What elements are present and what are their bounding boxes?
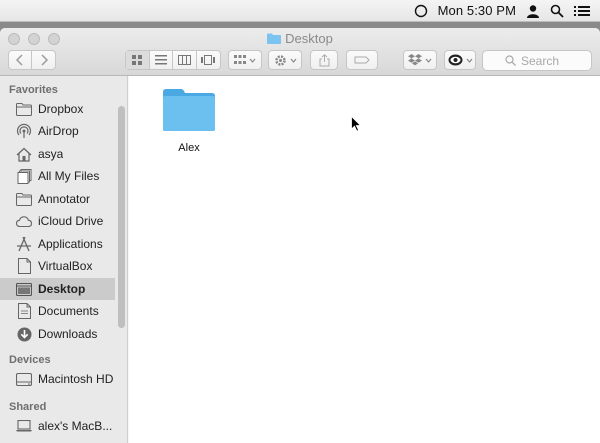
desktop-icon (16, 281, 32, 297)
columns-icon (177, 55, 191, 65)
file-item-alex[interactable]: Alex (161, 88, 217, 154)
sidebar-item-virtualbox[interactable]: VirtualBox (0, 255, 115, 277)
search-field[interactable]: Search (482, 50, 592, 71)
document-icon (16, 258, 32, 274)
hard-drive-icon (16, 371, 32, 387)
share-icon (319, 53, 329, 66)
chevron-down-icon (249, 58, 256, 63)
sidebar-item-downloads[interactable]: Downloads (0, 323, 115, 345)
chevron-down-icon (290, 58, 296, 63)
sidebar-item-label: Desktop (38, 282, 86, 296)
chevron-down-icon (425, 58, 432, 63)
file-name: Alex (178, 142, 200, 154)
shared-heading: Shared (9, 401, 47, 413)
sidebar-item-label: AirDrop (38, 124, 79, 138)
back-button[interactable] (9, 51, 33, 69)
sidebar-item-applications[interactable]: Applications (0, 233, 115, 255)
finder-window: Desktop Search Favorites Dropbox AirDrop… (0, 28, 600, 443)
download-icon (16, 326, 32, 342)
sidebar-item-icloud-drive[interactable]: iCloud Drive (0, 210, 115, 232)
menu-bar: Mon 5:30 PM (0, 0, 600, 22)
sidebar-item-label: Annotator (38, 192, 91, 206)
eye-icon (448, 54, 462, 66)
mouse-pointer-icon (351, 116, 362, 132)
sidebar-item-label: Downloads (38, 327, 98, 341)
arrange-button[interactable] (228, 50, 262, 70)
screen: Mon 5:30 PM Desktop Search Favorites Dro… (0, 0, 600, 443)
sidebar-item-label: Macintosh HD (38, 372, 114, 386)
folder-icon (16, 101, 32, 117)
window-title-text: Desktop (285, 31, 333, 46)
list-view-button[interactable] (150, 51, 173, 69)
sidebar-item-airdrop[interactable]: AirDrop (0, 120, 115, 142)
sidebar-item-label: asya (38, 147, 64, 161)
sidebar-item-label: Applications (38, 237, 103, 251)
cover-flow-icon (201, 55, 216, 65)
sidebar-item-macintosh-hd[interactable]: Macintosh HD (0, 368, 115, 390)
status-circle-icon[interactable] (414, 4, 428, 18)
sidebar-item-label: Dropbox (38, 102, 84, 116)
search-icon (505, 55, 516, 66)
favorites-heading: Favorites (9, 84, 58, 96)
sidebar-item-annotator[interactable]: Annotator (0, 188, 115, 210)
chevron-right-icon (40, 54, 48, 66)
tags-button[interactable] (346, 50, 378, 70)
forward-button[interactable] (32, 51, 55, 69)
sidebar-item-all-my-files[interactable]: All My Files (0, 165, 115, 187)
devices-heading: Devices (9, 354, 51, 366)
airdrop-icon (16, 123, 32, 139)
folder-icon (16, 191, 32, 207)
sidebar-item-label: VirtualBox (38, 259, 93, 273)
user-icon[interactable] (526, 4, 540, 18)
applications-icon (16, 236, 32, 252)
sidebar: Favorites Dropbox AirDrop asya All My Fi… (0, 76, 128, 443)
menu-clock[interactable]: Mon 5:30 PM (438, 3, 516, 18)
sidebar-scrollbar[interactable] (118, 106, 125, 328)
grid-icon (132, 55, 143, 65)
navigation-buttons (8, 50, 56, 70)
sidebar-item-desktop[interactable]: Desktop (0, 278, 115, 300)
home-icon (16, 146, 32, 162)
notification-list-icon[interactable] (574, 5, 590, 17)
title-bar: Desktop Search (0, 28, 600, 76)
cover-flow-view-button[interactable] (197, 51, 220, 69)
folder-icon (267, 33, 282, 44)
list-icon (154, 55, 167, 65)
spotlight-search-icon[interactable] (550, 4, 564, 18)
sidebar-item-alexs-macbook[interactable]: alex's MacB... (0, 415, 115, 437)
column-view-button[interactable] (173, 51, 197, 69)
sidebar-item-label: All My Files (38, 169, 100, 183)
arrange-grid-icon (234, 55, 246, 64)
icon-view-button[interactable] (126, 51, 150, 69)
sidebar-item-asya[interactable]: asya (0, 143, 115, 165)
cloud-icon (16, 213, 32, 229)
eye-preview-button[interactable] (444, 50, 476, 70)
document-icon (16, 303, 32, 319)
sidebar-item-label: alex's MacB... (38, 419, 113, 433)
sidebar-item-label: Documents (38, 304, 99, 318)
tag-icon (354, 56, 370, 64)
sidebar-item-documents[interactable]: Documents (0, 300, 115, 322)
gear-icon (274, 54, 286, 66)
dropbox-icon (408, 54, 422, 66)
laptop-icon (16, 418, 32, 434)
search-placeholder: Search (521, 53, 560, 68)
sidebar-item-dropbox[interactable]: Dropbox (0, 98, 115, 120)
share-button[interactable] (310, 50, 338, 70)
folder-icon (163, 89, 215, 131)
chevron-left-icon (16, 54, 23, 66)
file-browser-content: Alex (129, 76, 600, 443)
dropbox-button[interactable] (403, 50, 437, 70)
action-button[interactable] (268, 50, 302, 70)
window-title: Desktop (0, 31, 600, 46)
sidebar-item-label: iCloud Drive (38, 214, 104, 228)
chevron-down-icon (466, 58, 472, 63)
view-mode-buttons (125, 50, 221, 70)
all-files-icon (16, 168, 32, 184)
